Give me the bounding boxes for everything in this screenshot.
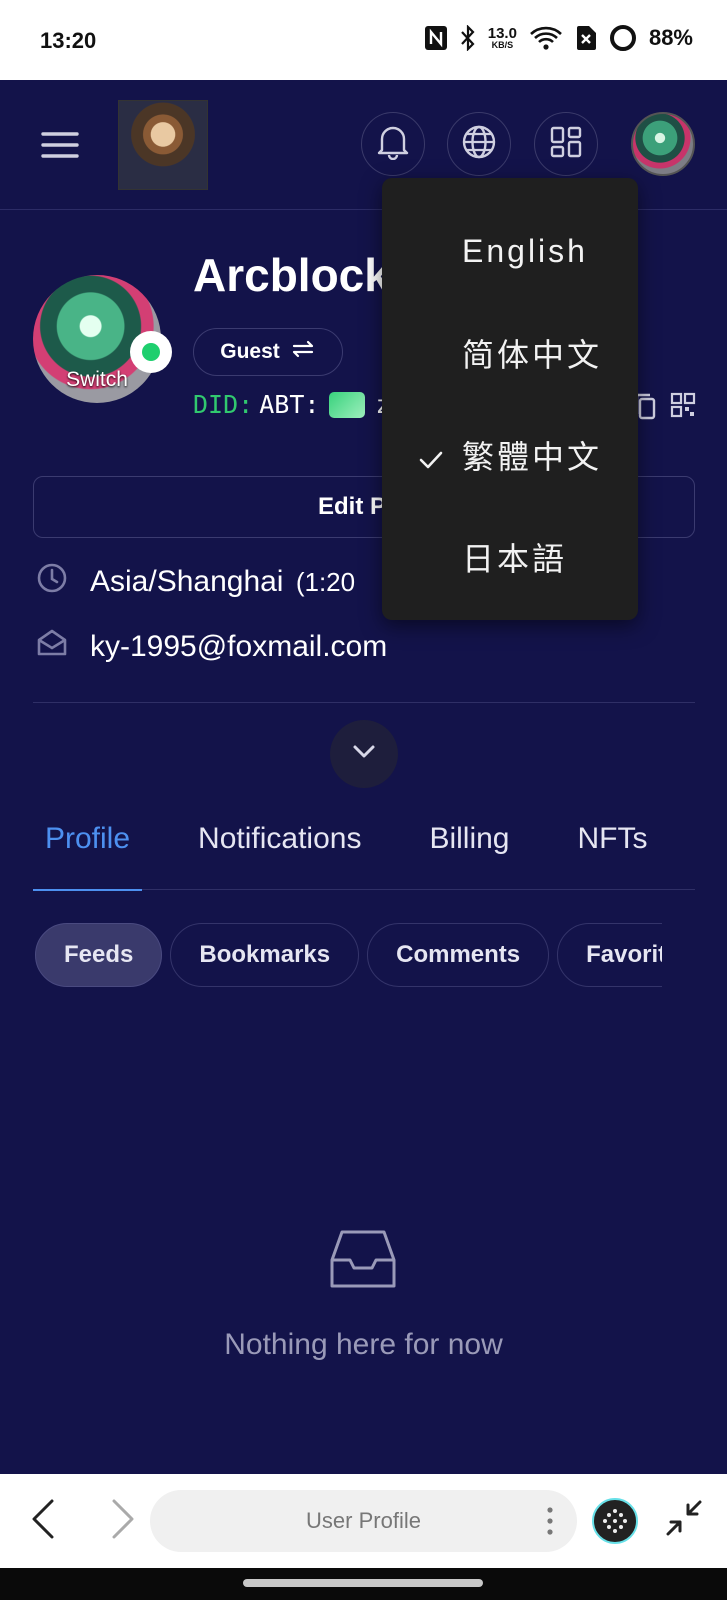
status-bar: 13:20 13.0 KB/S 88% bbox=[0, 0, 727, 80]
timezone-row: Asia/Shanghai (1:20 bbox=[36, 562, 355, 602]
language-option-japanese[interactable]: 日本語 bbox=[382, 506, 638, 608]
timezone-text: Asia/Shanghai bbox=[90, 565, 284, 598]
back-arrow-icon[interactable] bbox=[28, 1496, 58, 1547]
chevron-down-icon bbox=[350, 742, 378, 767]
wifi-icon bbox=[529, 25, 563, 51]
inbox-icon bbox=[328, 1228, 398, 1295]
more-vertical-icon[interactable] bbox=[545, 1504, 555, 1544]
empty-state-message: Nothing here for now bbox=[224, 1328, 503, 1361]
page-title: User Profile bbox=[306, 1508, 421, 1533]
apps-button[interactable] bbox=[534, 112, 598, 176]
language-label: 繁體中文 bbox=[462, 439, 603, 475]
language-label: English bbox=[462, 232, 588, 269]
status-icons: 13.0 KB/S 88% bbox=[424, 24, 693, 52]
bluetooth-icon bbox=[460, 25, 476, 51]
app-logo[interactable] bbox=[118, 100, 208, 190]
sim-off-icon bbox=[575, 25, 597, 51]
did-prefix: DID: bbox=[193, 390, 254, 419]
browser-bottom-bar: User Profile bbox=[0, 1474, 727, 1568]
online-status-indicator bbox=[130, 331, 172, 373]
language-option-simplified-chinese[interactable]: 简体中文 bbox=[382, 302, 638, 404]
filter-chips: Feeds Bookmarks Comments Favorite bbox=[35, 923, 662, 989]
network-speed-value: 13.0 bbox=[487, 25, 517, 42]
language-option-traditional-chinese[interactable]: 繁體中文 bbox=[382, 404, 638, 506]
language-label: 简体中文 bbox=[462, 337, 603, 373]
switch-avatar-label[interactable]: Switch bbox=[33, 368, 161, 392]
tab-notifications[interactable]: Notifications bbox=[186, 810, 373, 890]
gesture-navigation-area bbox=[0, 1568, 727, 1600]
language-option-english[interactable]: English bbox=[382, 200, 638, 302]
battery-icon bbox=[609, 24, 637, 52]
chip-favorite[interactable]: Favorite bbox=[557, 923, 662, 987]
status-time: 13:20 bbox=[40, 28, 97, 53]
mail-icon bbox=[36, 628, 68, 666]
bell-icon bbox=[376, 124, 410, 165]
chip-comments[interactable]: Comments bbox=[367, 923, 550, 987]
nfc-icon bbox=[424, 25, 448, 51]
language-button[interactable] bbox=[447, 112, 511, 176]
app-extension-icon[interactable] bbox=[592, 1498, 638, 1544]
gesture-handle[interactable] bbox=[243, 1579, 483, 1587]
did-address: DID: ABT: z bbox=[193, 390, 391, 419]
tab-nfts[interactable]: NFTs bbox=[566, 810, 660, 890]
user-avatar-button[interactable] bbox=[631, 112, 695, 176]
globe-icon bbox=[461, 124, 497, 165]
did-avatar-icon bbox=[329, 391, 366, 418]
role-switch-button[interactable]: Guest bbox=[193, 328, 343, 376]
timezone-time: (1:20 bbox=[295, 567, 356, 597]
minimize-icon[interactable] bbox=[664, 1498, 704, 1543]
expand-button[interactable] bbox=[330, 720, 398, 788]
grid-icon bbox=[549, 125, 583, 164]
profile-tabs: Profile Notifications Billing NFTs bbox=[33, 810, 695, 891]
role-label: Guest bbox=[220, 340, 280, 363]
tab-billing[interactable]: Billing bbox=[417, 810, 521, 890]
qr-code-icon[interactable] bbox=[670, 392, 696, 423]
tab-profile[interactable]: Profile bbox=[33, 810, 143, 891]
page-title-pill[interactable]: User Profile bbox=[150, 1490, 577, 1552]
email-text: ky-1995@foxmail.com bbox=[90, 630, 388, 663]
network-speed-unit: KB/S bbox=[491, 40, 514, 50]
notifications-button[interactable] bbox=[361, 112, 425, 176]
profile-name: Arcblock bbox=[193, 249, 390, 301]
forward-arrow-icon[interactable] bbox=[108, 1496, 138, 1547]
chip-feeds[interactable]: Feeds bbox=[35, 923, 163, 987]
clock-icon bbox=[36, 562, 68, 602]
email-row: ky-1995@foxmail.com bbox=[36, 628, 387, 666]
battery-percent: 88% bbox=[648, 25, 693, 50]
network-speed: 13.0 KB/S bbox=[488, 26, 517, 50]
did-chain: ABT: bbox=[259, 390, 320, 419]
section-divider bbox=[33, 702, 695, 703]
checkmark-icon bbox=[418, 442, 444, 479]
swap-arrows-icon bbox=[290, 339, 316, 365]
language-label: 日本語 bbox=[462, 541, 568, 577]
chip-bookmarks[interactable]: Bookmarks bbox=[170, 923, 360, 987]
hamburger-icon[interactable] bbox=[40, 125, 80, 165]
language-menu: English 简体中文 繁體中文 日本語 bbox=[382, 178, 638, 620]
